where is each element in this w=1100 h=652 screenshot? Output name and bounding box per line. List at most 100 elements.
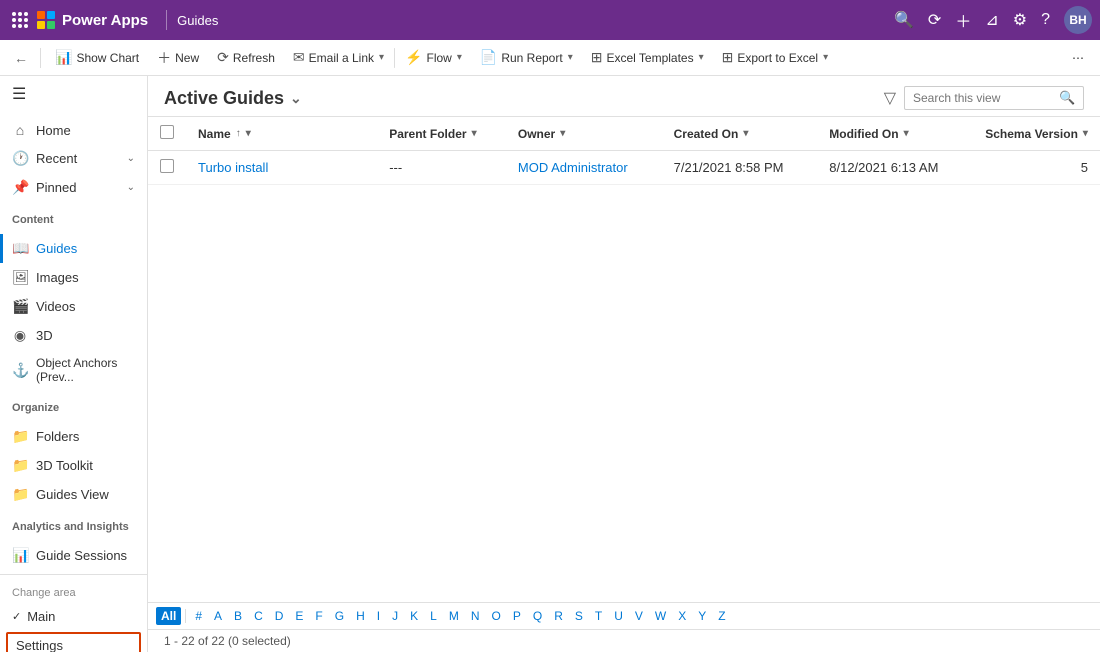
videos-icon: 🎬 [12,298,28,315]
col-header-created-on[interactable]: Created On ▾ [662,117,818,151]
alpha-item-c[interactable]: C [249,607,268,625]
more-button[interactable]: ⋯ [1064,47,1092,69]
alpha-item-#[interactable]: # [190,607,207,625]
sidebar-item-folders[interactable]: 📁 Folders [0,422,147,451]
sidebar-item-guides-view[interactable]: 📁 Guides View [0,480,147,509]
home-icon: ⌂ [12,122,28,138]
col-header-name[interactable]: Name ↑ ▾ [186,117,377,151]
header-checkbox[interactable] [160,125,174,139]
row-name-link[interactable]: Turbo install [198,160,268,175]
alpha-item-m[interactable]: M [444,607,464,625]
alpha-item-j[interactable]: J [387,607,403,625]
sidebar-item-recent[interactable]: 🕐 Recent ⌄ [0,144,147,173]
row-checkbox[interactable] [160,159,174,173]
sidebar-content-section: 📖 Guides 🖼 Images 🎬 Videos ◉ 3D ⚓ Object… [0,230,147,394]
col-header-parent-folder[interactable]: Parent Folder ▾ [377,117,506,151]
filter-icon[interactable]: ⊿ [985,10,998,30]
app-launcher-icon[interactable] [8,8,32,32]
sidebar-item-home[interactable]: ⌂ Home [0,116,147,144]
search-box: 🔍 [904,86,1084,110]
sidebar-item-pinned[interactable]: 📌 Pinned ⌄ [0,173,147,202]
alpha-item-b[interactable]: B [229,607,247,625]
folders-icon: 📁 [12,428,28,445]
sidebar-settings-item[interactable]: Settings [6,632,141,652]
guides-view-icon: 📁 [12,486,28,503]
refresh-button[interactable]: ⟳ Refresh [209,45,283,70]
export-excel-button[interactable]: ⊞ Export to Excel ▾ [714,45,836,70]
alpha-item-k[interactable]: K [405,607,423,625]
col-header-check[interactable] [148,117,186,151]
alpha-item-y[interactable]: Y [693,607,711,625]
add-icon[interactable]: ＋ [955,8,971,32]
search-input[interactable] [913,91,1053,105]
col-header-schema-version[interactable]: Schema Version ▾ [973,117,1100,151]
sidebar-item-3d[interactable]: ◉ 3D [0,321,147,350]
search-icon[interactable]: 🔍 [894,10,914,30]
email-icon: ✉ [293,49,305,66]
back-button[interactable]: ← [8,46,34,70]
alpha-item-e[interactable]: E [290,607,308,625]
new-icon: ＋ [157,48,171,68]
settings-nav-label: Settings [16,638,63,652]
show-chart-button[interactable]: 📊 Show Chart [47,45,147,70]
alpha-item-u[interactable]: U [609,607,628,625]
sidebar-collapse-button[interactable]: ☰ [0,76,147,112]
excel-templates-button[interactable]: ⊞ Excel Templates ▾ [583,45,712,70]
run-report-button[interactable]: 📄 Run Report ▾ [472,45,581,70]
app-logo: Power Apps [36,10,148,30]
refresh-icon: ⟳ [217,49,229,66]
alpha-item-t[interactable]: T [590,607,607,625]
col-schema-label: Schema Version [985,127,1078,141]
refresh-circle-icon[interactable]: ⟳ [928,10,941,30]
alpha-item-d[interactable]: D [270,607,289,625]
help-icon[interactable]: ? [1041,11,1050,29]
alpha-item-all[interactable]: All [156,607,181,625]
alpha-item-r[interactable]: R [549,607,568,625]
status-bar: 1 - 22 of 22 (0 selected) [148,629,1100,652]
page-name: Guides [177,13,218,28]
alpha-item-l[interactable]: L [425,607,442,625]
sidebar-main-nav-item[interactable]: ✓ Main [0,603,147,630]
images-icon: 🖼 [12,269,28,286]
sidebar-item-3d-toolkit[interactable]: 📁 3D Toolkit [0,451,147,480]
sidebar-item-guide-sessions[interactable]: 📊 Guide Sessions [0,541,147,570]
row-modified-on: 8/12/2021 6:13 AM [817,151,973,185]
top-nav-icons: 🔍 ⟳ ＋ ⊿ ⚙ ? BH [894,6,1092,34]
sidebar-item-home-label: Home [36,123,71,138]
3d-toolkit-icon: 📁 [12,457,28,474]
alpha-item-w[interactable]: W [650,607,671,625]
col-header-modified-on[interactable]: Modified On ▾ [817,117,973,151]
alpha-item-g[interactable]: G [330,607,349,625]
alpha-item-i[interactable]: I [372,607,385,625]
change-area-label: Change area [0,583,147,603]
content-header: Active Guides ⌄ ▽ 🔍 [148,76,1100,117]
avatar[interactable]: BH [1064,6,1092,34]
col-header-owner[interactable]: Owner ▾ [506,117,662,151]
sidebar-item-guides[interactable]: 📖 Guides [0,234,147,263]
new-button[interactable]: ＋ New [149,44,207,72]
alpha-item-f[interactable]: F [310,607,327,625]
sidebar-item-videos[interactable]: 🎬 Videos [0,292,147,321]
settings-icon[interactable]: ⚙ [1013,10,1027,30]
alpha-item-p[interactable]: P [508,607,526,625]
sidebar-item-object-anchors[interactable]: ⚓ Object Anchors (Prev... [0,350,147,390]
alpha-item-q[interactable]: Q [528,607,547,625]
alpha-item-a[interactable]: A [209,607,227,625]
row-owner-link[interactable]: MOD Administrator [518,160,628,175]
alpha-item-x[interactable]: X [673,607,691,625]
alpha-item-h[interactable]: H [351,607,370,625]
search-submit-icon[interactable]: 🔍 [1059,90,1075,106]
toolbar-separator2 [394,48,395,68]
sidebar-item-images[interactable]: 🖼 Images [0,263,147,292]
row-check[interactable] [148,151,186,185]
table-row: Turbo install --- MOD Administrator 7/21… [148,151,1100,185]
alpha-item-v[interactable]: V [630,607,648,625]
alpha-item-o[interactable]: O [487,607,506,625]
alpha-item-z[interactable]: Z [713,607,730,625]
alpha-item-n[interactable]: N [466,607,485,625]
view-filter-icon[interactable]: ▽ [884,88,896,108]
flow-button[interactable]: ⚡ Flow ▾ [397,45,470,70]
email-link-button[interactable]: ✉ Email a Link ▾ [285,45,392,70]
alpha-item-s[interactable]: S [570,607,588,625]
title-chevron-icon[interactable]: ⌄ [290,90,302,107]
